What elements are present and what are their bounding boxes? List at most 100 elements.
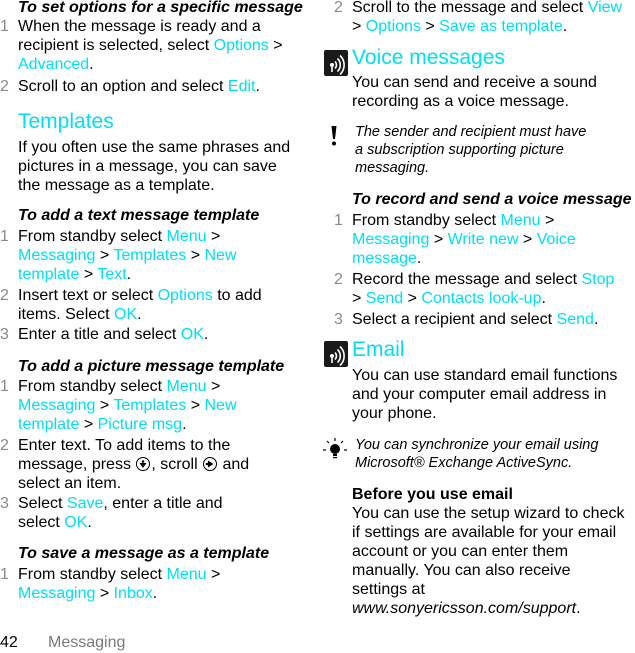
text: select [18, 514, 65, 531]
step-text: When the message is ready and a [18, 18, 261, 35]
period: . [593, 311, 599, 328]
step-text-line: From standby select Menu > [352, 211, 554, 230]
menu-path-options[interactable]: Options [158, 287, 213, 304]
menu-path-view[interactable]: View [588, 0, 622, 16]
email-body-line: your phone. [352, 405, 437, 422]
before-email-line: if settings are available for your email [352, 524, 617, 541]
menu-path-advanced[interactable]: Advanced [18, 56, 89, 73]
menu-path-text[interactable]: Text [97, 266, 126, 283]
text: , scroll [151, 456, 203, 473]
text: and [218, 456, 250, 473]
menu-path-voice[interactable]: Voice [537, 231, 576, 248]
before-email-heading: Before you use email [352, 486, 513, 503]
menu-path-templates[interactable]: Templates [113, 247, 186, 264]
text: , enter a title and [103, 495, 223, 512]
text: Insert text or select [18, 287, 158, 304]
separator: > [206, 566, 221, 583]
email-tip-line: You can synchronize your email using [355, 437, 599, 453]
separator: > [540, 212, 555, 229]
text: recipient is selected, select [18, 37, 214, 54]
separator: > [268, 37, 283, 54]
page-footer: 42 Messaging [0, 634, 125, 652]
menu-path-message[interactable]: message [352, 250, 417, 267]
menu-path-ok[interactable]: OK [181, 326, 204, 343]
separator: > [429, 231, 448, 248]
voice-body-line: You can send and receive a sound [352, 74, 597, 91]
templates-title: Templates [18, 110, 114, 133]
menu-path-messaging[interactable]: Messaging [18, 247, 95, 264]
separator: > [79, 266, 98, 283]
menu-path-messaging[interactable]: Messaging [18, 397, 95, 414]
step-number: 3 [334, 311, 343, 328]
step-text-line: Advanced. [18, 55, 94, 74]
step-number: 1 [0, 378, 9, 395]
support-url-line: www.sonyericsson.com/support. [352, 599, 581, 618]
period: . [126, 266, 132, 283]
text: Record the message and select [352, 271, 582, 288]
menu-path-inbox[interactable]: Inbox [114, 585, 153, 602]
step-text-line: recipient is selected, select Options > [18, 36, 283, 55]
step-text-line: From standby select Menu > [18, 565, 220, 584]
step-number: 2 [0, 437, 9, 454]
menu-path-write-new[interactable]: Write new [448, 231, 519, 248]
menu-path-menu[interactable]: Menu [167, 378, 207, 395]
before-email-line: You can use the setup wizard to check [352, 505, 625, 522]
text: From standby select [18, 378, 167, 395]
menu-path-ok[interactable]: OK [114, 306, 137, 323]
menu-path-stop[interactable]: Stop [581, 271, 614, 288]
menu-path-contacts-look-up[interactable]: Contacts look-up [421, 290, 541, 307]
menu-path-menu[interactable]: Menu [167, 566, 207, 583]
menu-path-new[interactable]: New [204, 397, 236, 414]
menu-path-templates[interactable]: Templates [113, 397, 186, 414]
operator-service-icon [324, 50, 348, 76]
templates-body-line: the message as a template. [18, 177, 215, 194]
step-number: 1 [0, 18, 9, 35]
tip-lightbulb-icon [320, 436, 350, 466]
step-number: 1 [0, 228, 9, 245]
menu-path-messaging[interactable]: Messaging [18, 585, 95, 602]
menu-path-send[interactable]: Send [557, 311, 594, 328]
section-name: Messaging [48, 634, 126, 651]
period: . [416, 250, 422, 267]
menu-path-save-as-template[interactable]: Save as template [439, 18, 563, 35]
menu-path-new[interactable]: New [204, 247, 236, 264]
step-text-line: select an item. [18, 475, 122, 492]
step-text-line: From standby select Menu > [18, 227, 220, 246]
menu-path-options[interactable]: Options [366, 18, 421, 35]
period: . [137, 306, 142, 323]
voice-messages-title: Voice messages [352, 46, 505, 69]
text: Select [18, 495, 67, 512]
menu-path-options[interactable]: Options [214, 37, 269, 54]
period: . [562, 18, 568, 35]
menu-path-template[interactable]: template [18, 416, 79, 433]
save-template-heading: To save a message as a template [18, 545, 270, 562]
step-number: 1 [0, 566, 9, 583]
menu-path-edit[interactable]: Edit [228, 78, 256, 95]
period: . [182, 416, 187, 433]
separator: > [186, 397, 205, 414]
text: From standby select [18, 228, 167, 245]
email-body-line: You can use standard email functions [352, 367, 618, 384]
menu-path-menu[interactable]: Menu [167, 228, 207, 245]
menu-path-ok[interactable]: OK [64, 514, 87, 531]
separator: > [206, 228, 221, 245]
menu-path-messaging[interactable]: Messaging [352, 231, 429, 248]
text: Scroll to the message and select [352, 0, 588, 16]
menu-path-picture-msg[interactable]: Picture msg [98, 416, 182, 433]
step-number: 2 [334, 0, 343, 16]
support-url-link[interactable]: www.sonyericsson.com/support [352, 600, 576, 617]
step-number: 3 [0, 495, 9, 512]
step-text-line: Enter a title and select OK. [18, 325, 208, 344]
menu-path-save[interactable]: Save [67, 495, 103, 512]
step-text-line: Select a recipient and select Send. [352, 310, 598, 329]
before-email-line: manually. You can also receive [352, 562, 571, 579]
step-number: 2 [0, 287, 9, 304]
step-text-line: Messaging > Inbox. [18, 584, 157, 603]
menu-path-template[interactable]: template [18, 266, 79, 283]
menu-path-menu[interactable]: Menu [501, 212, 541, 229]
step-text-line: template > Text. [18, 265, 131, 284]
separator: > [186, 247, 205, 264]
menu-path-send[interactable]: Send [366, 290, 403, 307]
set-options-heading: To set options for a specific message [18, 0, 303, 16]
period: . [255, 78, 260, 95]
